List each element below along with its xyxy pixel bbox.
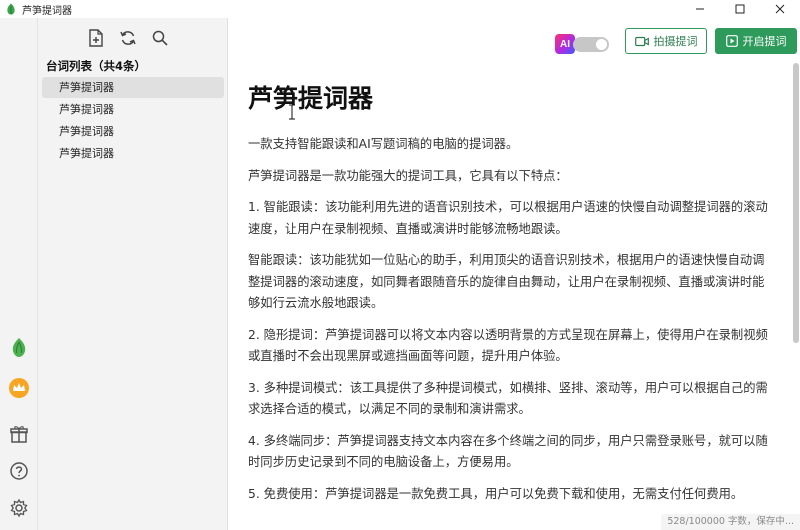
gear-icon	[10, 498, 28, 518]
editor-topbar: AI 拍摄提词 开启提词	[229, 18, 800, 62]
search-button[interactable]	[150, 28, 170, 48]
file-add-icon	[89, 29, 103, 47]
maximize-button[interactable]	[720, 0, 760, 18]
refresh-button[interactable]	[118, 28, 138, 48]
script-document[interactable]: 芦笋提词器 一款支持智能跟读和AI写题词稿的电脑的提词器。 芦笋提词器是一款功能…	[248, 84, 768, 515]
list-item[interactable]: 芦笋提词器	[42, 99, 224, 120]
rail-help-button[interactable]	[7, 459, 31, 483]
title-bar: 芦笋提词器	[0, 0, 800, 18]
rail-gift-button[interactable]	[7, 422, 31, 446]
ai-badge: AI	[555, 34, 575, 54]
document-paragraph[interactable]: 5. 免费使用：芦笋提词器是一款免费工具，用户可以免费下载和使用，无需支付任何费…	[248, 484, 768, 506]
rail-settings-button[interactable]	[7, 496, 31, 520]
ai-toggle[interactable]	[573, 37, 609, 52]
capture-teleprompt-button[interactable]: 拍摄提词	[625, 28, 707, 54]
maximize-icon	[735, 4, 745, 14]
close-button[interactable]	[760, 0, 800, 18]
vertical-scrollbar[interactable]	[792, 63, 800, 343]
rail-vip-button[interactable]	[7, 376, 31, 400]
window-title: 芦笋提词器	[22, 5, 72, 17]
document-paragraph[interactable]: 4. 多终端同步：芦笋提词器支持文本内容在多个终端之间的同步，用户只需登录账号，…	[248, 431, 768, 474]
document-paragraph[interactable]: 芦笋提词器是一款功能强大的提词工具，它具有以下特点：	[248, 166, 768, 188]
new-script-button[interactable]	[86, 28, 106, 48]
asparagus-logo-icon	[12, 338, 26, 357]
document-paragraph[interactable]: 一款支持智能跟读和AI写题词稿的电脑的提词器。	[248, 134, 768, 156]
capture-label: 拍摄提词	[653, 35, 698, 48]
list-item[interactable]: 芦笋提词器	[42, 121, 224, 142]
help-icon	[10, 462, 28, 480]
minimize-icon	[696, 8, 704, 10]
list-heading: 台词列表（共4条）	[46, 59, 147, 73]
document-paragraph[interactable]: 3. 多种提词模式：该工具提供了多种提词模式，如横排、竖排、滚动等，用户可以根据…	[248, 378, 768, 421]
text-cursor-icon	[289, 104, 295, 120]
editor-area: AI 拍摄提词 开启提词 芦笋提词器 一款支持智能跟读和AI写题词稿的电脑的提词…	[229, 18, 800, 530]
document-paragraph[interactable]: 1. 智能跟读：该功能利用先进的语音识别技术，可以根据用户语速的快慢自动调整提词…	[248, 197, 768, 240]
camera-icon	[634, 36, 649, 46]
document-paragraph[interactable]: 智能跟读：该功能犹如一位贴心的助手，利用顶尖的语音识别技术，根据用户的语速快慢自…	[248, 250, 768, 315]
document-title[interactable]: 芦笋提词器	[248, 84, 768, 114]
list-item-selected[interactable]: 芦笋提词器	[42, 77, 224, 98]
script-list-panel: 台词列表（共4条） 芦笋提词器 芦笋提词器 芦笋提词器 芦笋提词器	[38, 18, 228, 530]
crown-icon	[9, 378, 29, 398]
start-teleprompt-button[interactable]: 开启提词	[715, 28, 797, 54]
script-list: 芦笋提词器 芦笋提词器 芦笋提词器 芦笋提词器	[42, 77, 224, 165]
start-label: 开启提词	[742, 35, 787, 48]
document-paragraph[interactable]: 2. 隐形提词：芦笋提词器可以将文本内容以透明背景的方式呈现在屏幕上，使得用户在…	[248, 325, 768, 368]
gift-icon	[10, 426, 28, 443]
app-logo-icon	[7, 3, 15, 15]
scroll-thumb[interactable]	[793, 63, 799, 343]
close-icon	[775, 4, 785, 14]
window-controls	[680, 0, 800, 18]
play-icon	[725, 35, 738, 47]
refresh-icon	[120, 31, 136, 45]
word-count-status: 528/100000 字数，保存中...	[661, 514, 800, 530]
list-item[interactable]: 芦笋提词器	[42, 143, 224, 164]
search-icon	[152, 30, 168, 46]
side-rail	[0, 18, 38, 530]
toggle-knob	[596, 39, 607, 50]
list-toolbar	[86, 28, 170, 48]
minimize-button[interactable]	[680, 0, 720, 18]
rail-app-button[interactable]	[7, 336, 31, 360]
